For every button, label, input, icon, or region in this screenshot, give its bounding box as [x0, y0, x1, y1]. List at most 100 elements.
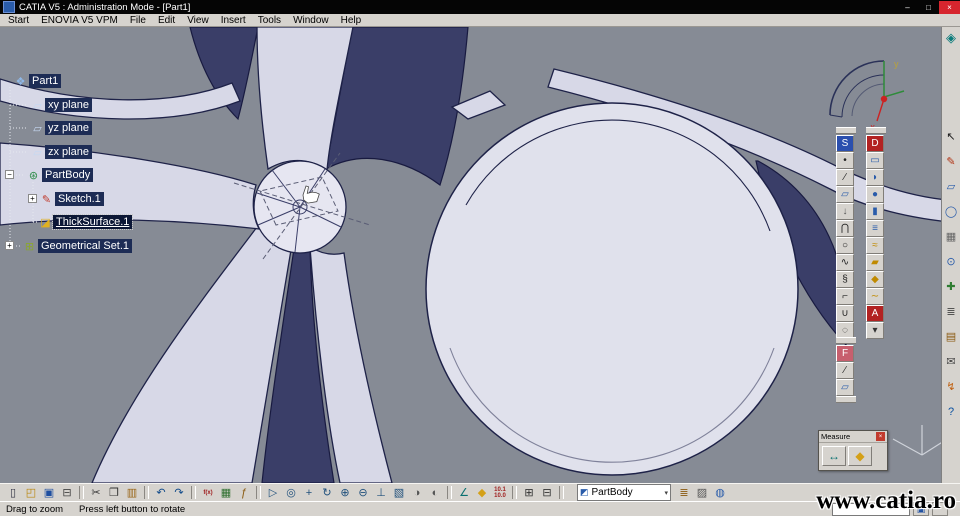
measure-between-button[interactable]: ↔ [822, 446, 846, 466]
line-button[interactable]: ∕ [836, 169, 854, 186]
part-icon[interactable]: ❖ [13, 74, 28, 88]
menu-item-file[interactable]: File [124, 15, 152, 26]
offset-button[interactable]: ≡ [866, 220, 884, 237]
snap-icon[interactable]: ⊙ [944, 254, 959, 269]
formula-fx-button[interactable]: f(x) [199, 485, 217, 500]
toolbar-grip[interactable] [866, 127, 886, 134]
sphere-button[interactable]: ● [866, 186, 884, 203]
normal-view-button[interactable]: ⊥ [372, 485, 390, 500]
corner-button[interactable]: ⌐ [836, 288, 854, 305]
tree-item-sketch1[interactable]: Sketch.1 [55, 192, 104, 206]
toolbar-grip[interactable] [836, 127, 856, 134]
power-copy-icon[interactable]: ↯ [944, 379, 959, 394]
print-button[interactable]: ⊟ [58, 485, 76, 500]
active-body-combo[interactable]: ◩ PartBody ▾ [577, 484, 671, 501]
undo-button[interactable]: ↶ [152, 485, 170, 500]
menu-item-tools[interactable]: Tools [252, 15, 287, 26]
copy-button[interactable]: ❐ [105, 485, 123, 500]
tree-collapse-button[interactable]: ⊟ [538, 485, 556, 500]
sketcher-icon[interactable]: ✎ [944, 154, 959, 169]
fly-mode-button[interactable]: ▷ [264, 485, 282, 500]
cut-button[interactable]: ✂ [87, 485, 105, 500]
geometrical-set-icon[interactable]: ⊞ [22, 239, 37, 253]
partbody-icon[interactable]: ⊛ [26, 168, 41, 182]
knowledge-button[interactable]: ƒ [235, 485, 253, 500]
spline-button[interactable]: ∿ [836, 254, 854, 271]
tree-item-partbody[interactable]: PartBody [42, 168, 94, 182]
select-arrow-icon[interactable]: ↖ [944, 129, 959, 144]
tree-item-xy-plane[interactable]: xy plane [45, 98, 92, 112]
3d-viewport[interactable]: ❖ Part1 ▱ xy plane ▱ yz plane ▱ zx plane… [0, 27, 960, 483]
point-button[interactable]: • [836, 152, 854, 169]
revolve-button[interactable]: ◗ [866, 169, 884, 186]
wireframe-surface-workbench-icon[interactable]: ◈ [944, 30, 959, 45]
redo-button[interactable]: ↷ [170, 485, 188, 500]
menu-item-start[interactable]: Start [2, 15, 35, 26]
zoom-out-button[interactable]: ⊖ [354, 485, 372, 500]
sketcher-button[interactable]: S [836, 135, 854, 152]
axis-system-icon[interactable]: ✚ [944, 279, 959, 294]
catalog-icon[interactable]: ▤ [944, 329, 959, 344]
layers-icon[interactable]: ≣ [944, 304, 959, 319]
pan-button[interactable]: + [300, 485, 318, 500]
tree-item-part1[interactable]: Part1 [29, 74, 62, 88]
expander-geometrical-set1[interactable]: + [5, 241, 14, 250]
plane-icon[interactable]: ▱ [30, 98, 45, 112]
magnifier-icon[interactable]: ◯ [944, 204, 959, 219]
menu-item-edit[interactable]: Edit [152, 15, 181, 26]
menu-item-enovia-v5-vpm[interactable]: ENOVIA V5 VPM [35, 15, 124, 26]
zoom-in-button[interactable]: ⊕ [336, 485, 354, 500]
toolbar-grip[interactable] [836, 337, 856, 344]
cylinder-button[interactable]: ▮ [866, 203, 884, 220]
helix-button[interactable]: § [836, 271, 854, 288]
render-style-button[interactable]: ◑ [408, 485, 426, 500]
minimize-button[interactable]: – [897, 1, 918, 14]
multi-sections-button[interactable]: ◆ [866, 271, 884, 288]
plane-icon[interactable]: ▱ [30, 121, 45, 135]
mail-icon[interactable]: ✉ [944, 354, 959, 369]
tree-item-geometrical-set1[interactable]: Geometrical Set.1 [38, 239, 133, 253]
maximize-button[interactable]: □ [918, 1, 939, 14]
shape-browser-button[interactable]: ▨ [693, 485, 711, 500]
measure-inertia-button[interactable]: ◆ [848, 446, 872, 466]
intersection-button[interactable]: ⋂ [836, 220, 854, 237]
tree-expand-button[interactable]: ⊞ [520, 485, 538, 500]
open-button[interactable]: ◰ [22, 485, 40, 500]
extrude-button[interactable]: ▭ [866, 152, 884, 169]
tree-item-zx-plane[interactable]: zx plane [45, 145, 92, 159]
fit-all-in-button[interactable]: ◎ [282, 485, 300, 500]
measure-palette-titlebar[interactable]: Measure × [819, 431, 887, 443]
part-design-button[interactable]: D [866, 135, 884, 152]
tree-item-yz-plane[interactable]: yz plane [45, 121, 92, 135]
mass-properties-button[interactable]: ◆ [473, 485, 491, 500]
circle-button[interactable]: ○ [836, 237, 854, 254]
close-button[interactable]: × [939, 0, 960, 14]
support-plane-button[interactable]: ▱ [836, 379, 854, 396]
toolbar-grip[interactable] [836, 396, 856, 403]
tree-item-thicksurface1[interactable]: ThickSurface.1 [51, 214, 134, 230]
rotate-button[interactable]: ↻ [318, 485, 336, 500]
more-tools-button[interactable]: ▾ [866, 322, 884, 339]
projection-button[interactable]: ↓ [836, 203, 854, 220]
menu-item-insert[interactable]: Insert [215, 15, 252, 26]
connect-curve-button[interactable]: ∪ [836, 305, 854, 322]
grid-icon[interactable]: ▦ [944, 229, 959, 244]
save-button[interactable]: ▣ [40, 485, 58, 500]
axis-line-button[interactable]: ∕ [836, 362, 854, 379]
expander-partbody[interactable]: − [5, 170, 14, 179]
menu-item-window[interactable]: Window [287, 15, 335, 26]
menu-item-view[interactable]: View [181, 15, 215, 26]
design-table-button[interactable]: ▦ [217, 485, 235, 500]
menu-item-help[interactable]: Help [335, 15, 368, 26]
thicksurface-icon[interactable]: ◪ [38, 215, 53, 229]
annotations-button[interactable]: A [866, 305, 884, 322]
measure-button[interactable]: ∠ [455, 485, 473, 500]
blend-button[interactable]: ∼ [866, 288, 884, 305]
hide-show-button[interactable]: ◐ [426, 485, 444, 500]
www-link-button[interactable]: ◍ [711, 485, 729, 500]
plane-icon[interactable]: ▱ [30, 145, 45, 159]
fill-button[interactable]: ▰ [866, 254, 884, 271]
sweep-button[interactable]: ≈ [866, 237, 884, 254]
sketch-icon[interactable]: ✎ [39, 192, 54, 206]
insert-mode-button[interactable]: F [836, 345, 854, 362]
